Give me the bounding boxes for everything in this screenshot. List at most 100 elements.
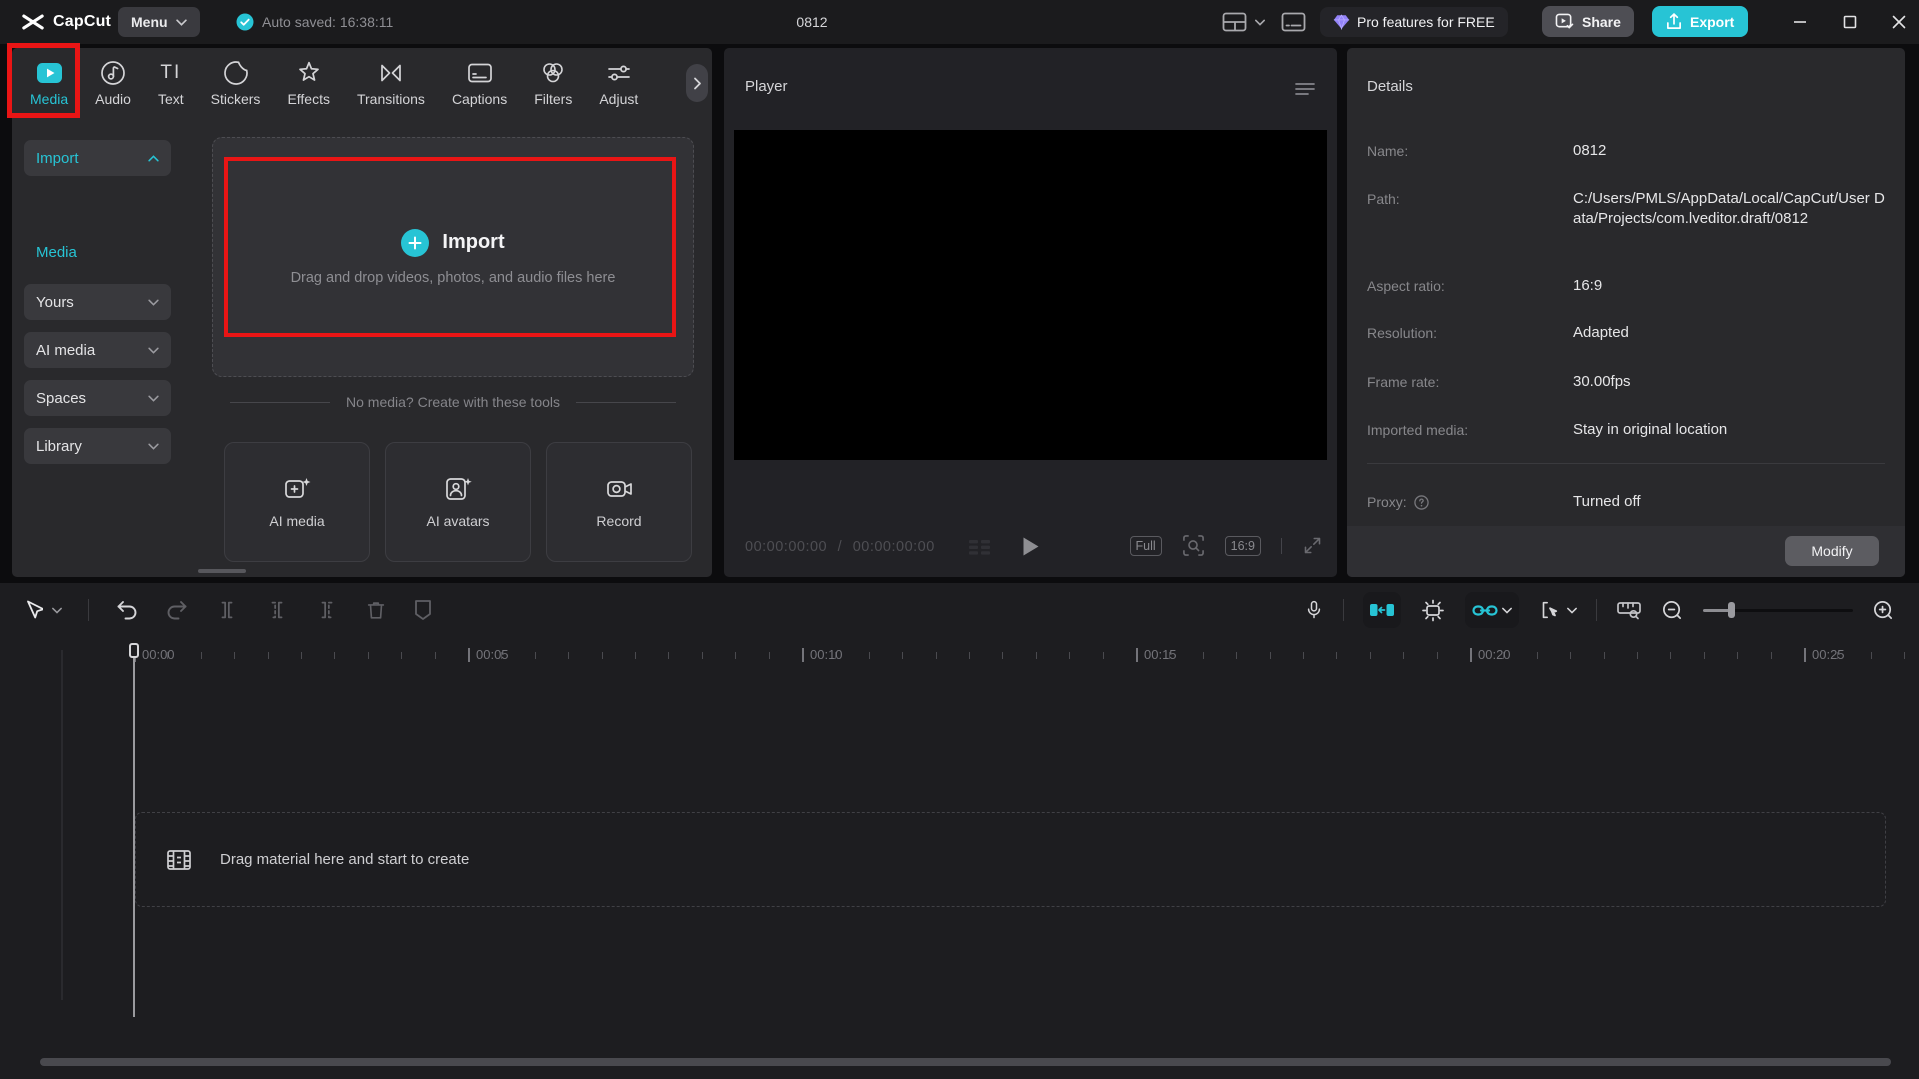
timeline-ruler[interactable]: 00:0000:0500:1000:1500:2000:25 [0,645,1919,669]
horizontal-scrollbar[interactable] [40,1058,1891,1066]
divider [576,402,676,403]
filters-icon [540,60,566,86]
sidebar-scroll-indicator[interactable] [198,569,246,573]
select-tool-button[interactable] [26,600,62,620]
sidebar-item-spaces[interactable]: Spaces [24,380,171,416]
quality-selector[interactable]: Full [1130,536,1162,556]
tab-media[interactable]: Media [30,60,68,107]
tab-captions[interactable]: Captions [452,60,507,107]
tab-text[interactable]: TI Text [158,60,184,107]
divider [88,599,89,621]
aspect-ratio-selector[interactable]: 16:9 [1225,536,1261,556]
menu-button[interactable]: Menu [118,7,200,37]
frame-grid-icon[interactable] [969,540,991,555]
delete-icon[interactable] [365,599,387,621]
tab-filters[interactable]: Filters [534,60,572,107]
card-label: Record [596,513,641,529]
tab-label: Audio [95,91,131,107]
tab-audio[interactable]: Audio [95,60,131,107]
modify-button[interactable]: Modify [1785,536,1879,566]
zoom-out-icon[interactable] [1661,599,1684,622]
zoom-in-icon[interactable] [1872,599,1895,622]
layout-panels-icon[interactable] [1222,12,1247,32]
sidebar-item-label: Yours [36,294,74,311]
detail-value-name: 0812 [1573,141,1887,161]
help-icon[interactable] [1414,495,1429,510]
video-preview[interactable] [734,130,1327,460]
chevron-down-icon[interactable] [1255,19,1265,26]
card-label: AI avatars [426,513,489,529]
auto-select-mode-button[interactable] [1538,599,1577,621]
playhead-head[interactable] [129,643,139,658]
sidebar-item-import[interactable]: Import [24,140,171,176]
text-icon: TI [160,60,181,86]
autosave-text: Auto saved: 16:38:11 [262,14,393,30]
export-button[interactable]: Export [1652,6,1748,37]
time-separator: / [838,539,843,555]
import-subtitle: Drag and drop videos, photos, and audio … [291,270,616,286]
trim-left-icon[interactable] [265,599,289,621]
close-button[interactable] [1884,7,1914,37]
timeline-dropzone[interactable]: Drag material here and start to create [135,812,1886,907]
player-menu-icon[interactable] [1295,82,1315,96]
menu-label: Menu [131,14,168,30]
pro-features-button[interactable]: Pro features for FREE [1320,7,1508,37]
autosave-check-icon [236,13,254,31]
proxy-label: Proxy: [1367,494,1407,510]
app-name: CapCut [53,13,111,31]
ai-media-card[interactable]: AI media [224,442,370,562]
split-clip-icon[interactable] [215,599,239,621]
link-clips-button[interactable] [1465,592,1519,628]
preview-frames-icon[interactable] [1420,597,1446,623]
play-button[interactable] [1022,536,1040,557]
detail-label: Resolution: [1367,325,1437,341]
divider [1596,599,1597,621]
tab-adjust[interactable]: Adjust [599,60,638,107]
tab-transitions[interactable]: Transitions [357,60,425,107]
tools-heading: No media? Create with these tools [212,394,694,410]
sidebar-item-ai-media[interactable]: AI media [24,332,171,368]
share-button[interactable]: Share [1542,6,1634,37]
ai-avatars-card[interactable]: AI avatars [385,442,531,562]
redo-button[interactable] [165,599,189,621]
ai-media-icon [284,476,311,502]
timeline-zoom-slider[interactable] [1703,602,1853,618]
sidebar-item-yours[interactable]: Yours [24,284,171,320]
chevron-down-icon [176,19,187,26]
proxy-row: Proxy: [1367,494,1429,510]
chevron-down-icon [148,443,159,450]
sidebar-item-media[interactable]: Media [36,244,77,261]
record-card[interactable]: Record [546,442,692,562]
export-icon [1666,13,1682,30]
plus-circle-icon [401,229,429,257]
divider [1343,599,1344,621]
import-dropzone[interactable]: Import Drag and drop videos, photos, and… [212,137,694,377]
tab-stickers[interactable]: Stickers [211,60,261,107]
fullscreen-icon[interactable] [1302,535,1323,556]
voiceover-mic-icon[interactable] [1304,598,1324,622]
tabstrip-expand-button[interactable] [686,64,708,102]
caption-panel-icon[interactable] [1281,12,1306,32]
stickers-icon [223,60,249,86]
mark-icon[interactable] [413,599,433,621]
maximize-button[interactable] [1835,7,1865,37]
details-panel: Details Name: 0812 Path: C:/Users/PMLS/A… [1347,48,1905,577]
undo-button[interactable] [115,599,139,621]
trim-right-icon[interactable] [315,599,339,621]
slider-handle[interactable] [1728,602,1735,618]
audio-icon [100,60,126,86]
focus-zoom-icon[interactable] [1182,534,1205,557]
asset-tabstrip: Media Audio TI Text Stickers [12,48,712,118]
tab-label: Text [158,91,184,107]
track-separator [61,650,63,1000]
details-footer: Modify [1347,526,1905,577]
minimize-button[interactable] [1785,7,1815,37]
effects-icon [296,60,322,86]
snap-magnet-button[interactable] [1363,592,1401,628]
record-camera-icon [606,476,633,502]
divider [230,402,330,403]
sidebar-item-library[interactable]: Library [24,428,171,464]
tab-effects[interactable]: Effects [287,60,330,107]
capcut-logo-icon [22,14,44,30]
fit-timeline-icon[interactable] [1616,598,1642,622]
